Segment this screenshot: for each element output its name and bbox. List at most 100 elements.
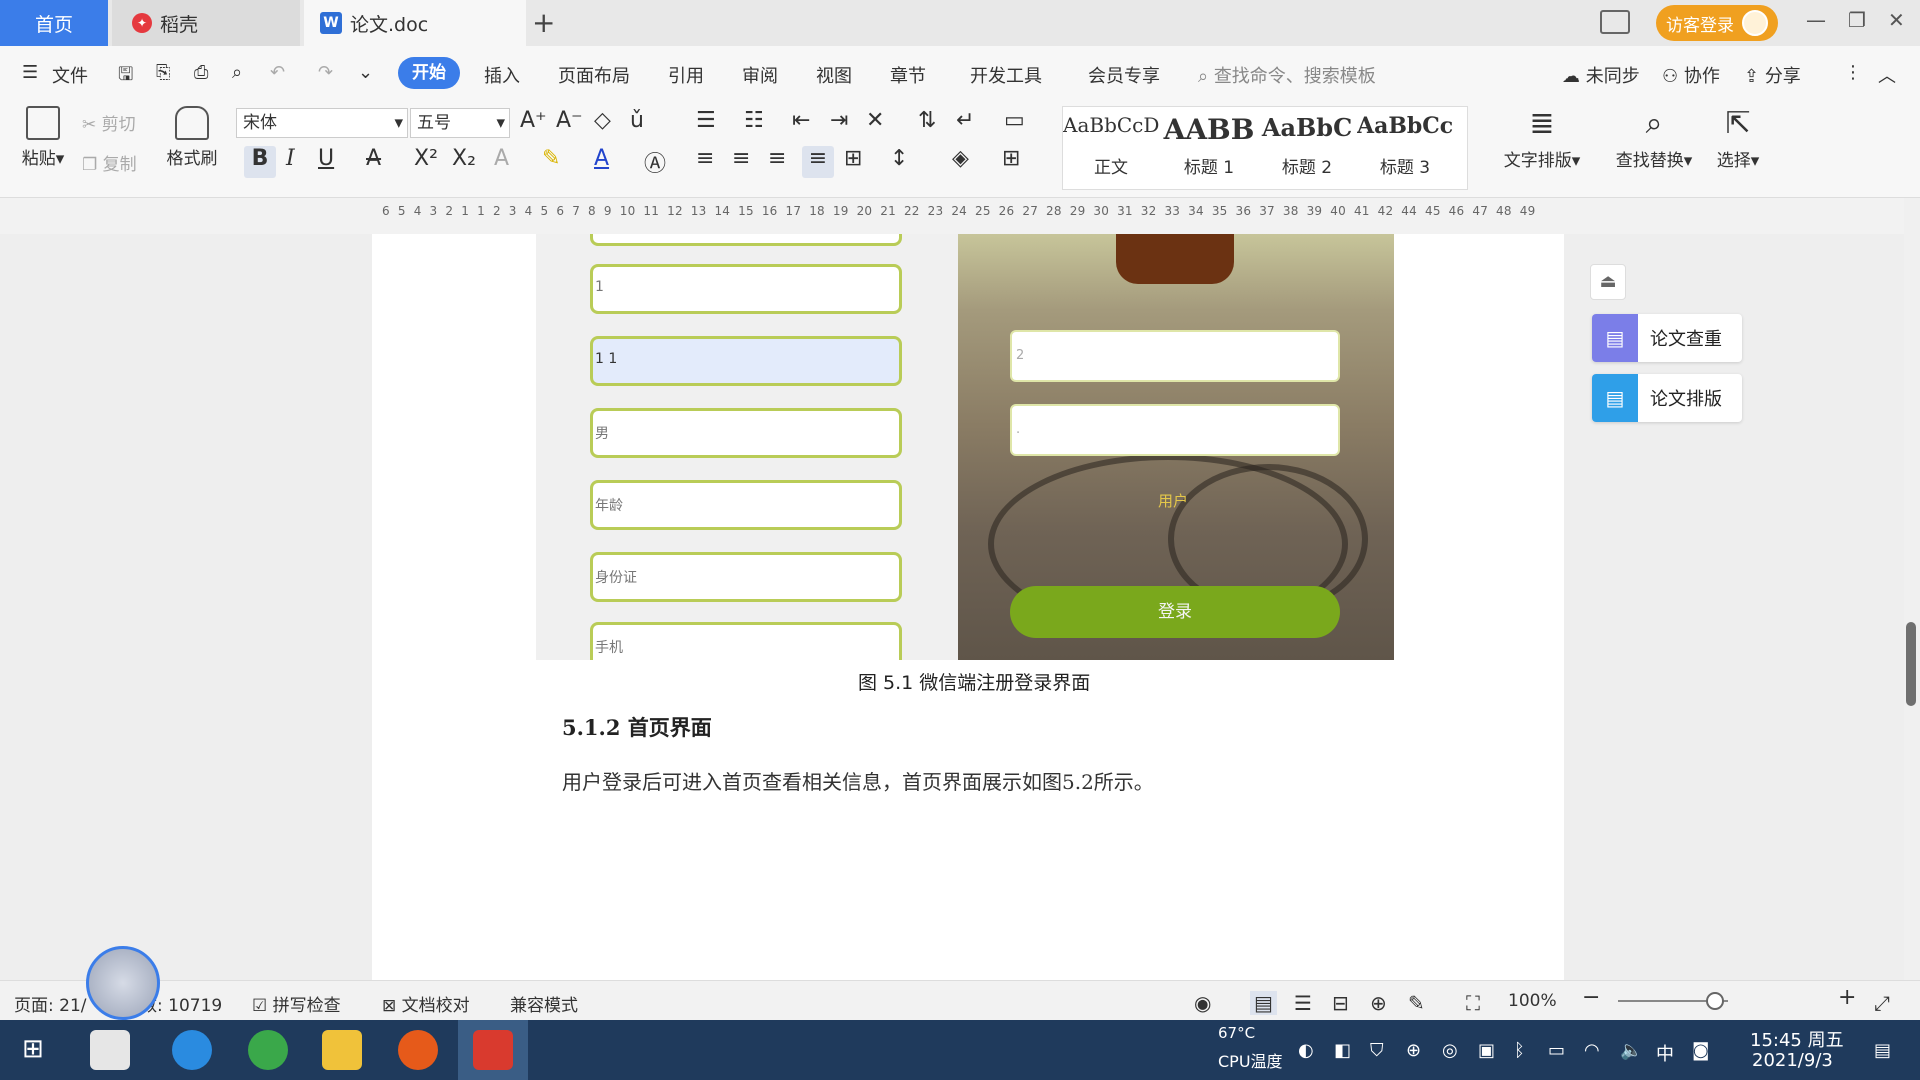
menu-start[interactable]: 开始 (398, 57, 460, 89)
tab-home[interactable]: 首页 (0, 0, 108, 46)
proofread-button[interactable]: ⊠ 文档校对 (382, 991, 470, 1016)
phonetic-icon[interactable]: ǔ (630, 108, 644, 133)
zoom-out-icon[interactable]: − (1582, 985, 1600, 1010)
wifi-icon[interactable]: ◠ (1584, 1040, 1600, 1061)
qq-icon[interactable]: ◙ (1692, 1040, 1709, 1061)
fullscreen-icon[interactable]: ⤢ (1874, 991, 1890, 1015)
menu-review[interactable]: 审阅 (742, 62, 778, 88)
browser-360-icon[interactable] (248, 1030, 288, 1070)
tray-sync-icon[interactable]: ◎ (1442, 1040, 1458, 1061)
copy-button[interactable]: ❐ 复制 (82, 150, 137, 175)
vertical-scrollbar[interactable] (1904, 198, 1920, 980)
minimize-icon[interactable]: — (1806, 8, 1826, 32)
tab-daoke[interactable]: ✦ 稻壳 (112, 0, 300, 46)
show-marks-icon[interactable]: ↵ (956, 108, 974, 133)
tray-update-icon[interactable]: ◧ (1334, 1040, 1351, 1061)
underline-button[interactable]: U (318, 146, 334, 171)
style-normal[interactable]: AaBbCcDd 正文 (1063, 113, 1159, 178)
zoom-slider-knob[interactable] (1706, 992, 1724, 1010)
sync-status[interactable]: ☁ 未同步 (1562, 62, 1640, 88)
guest-login-button[interactable]: 访客登录 (1656, 5, 1778, 41)
highlight-icon[interactable]: ✎ (542, 146, 560, 171)
ie-browser-icon[interactable] (172, 1030, 212, 1070)
menu-member[interactable]: 会员专享 (1088, 62, 1160, 88)
ruler-icon[interactable]: ▭ (1004, 108, 1025, 133)
tray-plus-icon[interactable]: ⊕ (1406, 1040, 1421, 1061)
font-size-select[interactable]: 五号 ▾ (410, 108, 510, 138)
save-icon[interactable]: 🖫 (118, 62, 133, 92)
text-layout-button[interactable]: ≣ 文字排版▾ (1496, 106, 1588, 171)
menu-chapter[interactable]: 章节 (890, 62, 926, 88)
command-search[interactable]: ⌕ 查找命令、搜索模板 (1198, 62, 1376, 88)
font-name-select[interactable]: 宋体 ▾ (236, 108, 408, 138)
align-left-icon[interactable]: ≡ (696, 146, 714, 171)
clock-time[interactable]: 15:45 周五 (1750, 1026, 1844, 1052)
hamburger-icon[interactable]: ☰ (22, 62, 38, 83)
print-preview-icon[interactable]: ⌕ (232, 62, 242, 83)
align-right-icon[interactable]: ≡ (768, 146, 786, 171)
undo-icon[interactable]: ↶ (270, 62, 285, 83)
bluetooth-icon[interactable]: ᛒ (1514, 1040, 1525, 1061)
close-icon[interactable]: ✕ (1888, 8, 1905, 32)
horizontal-ruler[interactable]: 6 5 4 3 2 1 1 2 3 4 5 6 7 8 9 10 11 12 1… (0, 198, 1920, 224)
quick-access-chevron-icon[interactable]: ⌄ (358, 62, 373, 83)
collab-button[interactable]: ⚇ 协作 (1662, 62, 1720, 88)
justify-icon[interactable]: ≡ (802, 146, 834, 178)
battery-icon[interactable]: ▭ (1548, 1040, 1565, 1061)
paste-button[interactable]: 粘贴▾ (16, 106, 70, 169)
volume-icon[interactable]: 🔈 (1620, 1040, 1642, 1061)
clock-date[interactable]: 2021/9/3 (1752, 1050, 1833, 1071)
paper-check-button[interactable]: ▤ 论文查重 (1592, 314, 1742, 362)
distribute-icon[interactable]: ⊞ (844, 146, 862, 171)
registration-form-image[interactable]: 1 1 1 男 年龄 身份证 手机 (536, 234, 958, 660)
zoom-in-icon[interactable]: + (1838, 985, 1856, 1010)
layout-icon[interactable] (1600, 10, 1630, 34)
redo-icon[interactable]: ↷ (318, 62, 333, 83)
tray-app-icon[interactable]: ◐ (1298, 1040, 1314, 1061)
more-icon[interactable]: ⋮ (1844, 62, 1862, 83)
align-center-icon[interactable]: ≡ (732, 146, 750, 171)
grow-font-icon[interactable]: A⁺ (520, 108, 547, 133)
fit-page-icon[interactable]: ⛶ (1466, 991, 1480, 1015)
print-icon[interactable]: ⎙ (194, 62, 208, 83)
spellcheck-button[interactable]: ☑ 拼写检查 (252, 991, 341, 1016)
share-button[interactable]: ⇪ 分享 (1744, 62, 1801, 88)
format-icon[interactable]: ⎘ (156, 62, 170, 83)
panel-collapse-icon[interactable]: ⏏ (1590, 264, 1626, 300)
select-button[interactable]: ⇱ 选择▾ (1710, 106, 1766, 171)
numbered-list-icon[interactable]: ☷ (744, 108, 764, 133)
style-heading-2[interactable]: AaBbC 标题 2 (1259, 113, 1355, 178)
line-spacing-icon[interactable]: ↕ (890, 146, 908, 171)
menu-file[interactable]: 文件 (52, 62, 88, 88)
page-view-icon[interactable]: ▤ (1250, 991, 1277, 1015)
format-painter-button[interactable]: 格式刷 (162, 106, 222, 169)
page-indicator[interactable]: 页面: 21/ (14, 991, 87, 1016)
paper-format-button[interactable]: ▤ 论文排版 (1592, 374, 1742, 422)
outline-view-icon[interactable]: ☰ (1294, 991, 1312, 1015)
sort-icon[interactable]: ⇅ (918, 108, 936, 133)
scrollbar-thumb[interactable] (1906, 622, 1916, 706)
windows-start-icon[interactable]: ⊞ (22, 1034, 44, 1064)
app-pinwheel-icon[interactable] (90, 1030, 130, 1070)
notification-icon[interactable]: ▤ (1874, 1040, 1891, 1061)
app-orange-icon[interactable] (398, 1030, 438, 1070)
subscript-button[interactable]: X₂ (452, 146, 476, 171)
tray-gpu-icon[interactable]: ▣ (1478, 1040, 1495, 1061)
menu-insert[interactable]: 插入 (484, 62, 520, 88)
shrink-font-icon[interactable]: A⁻ (556, 108, 583, 133)
menu-developer[interactable]: 开发工具 (970, 62, 1042, 88)
borders-icon[interactable]: ⊞ (1002, 146, 1020, 171)
shading-icon[interactable]: ◈ (952, 146, 969, 171)
strikethrough-button[interactable]: A (366, 146, 381, 171)
restore-icon[interactable]: ❐ (1848, 8, 1866, 32)
chinese-layout-icon[interactable]: ✕ (866, 108, 884, 133)
file-explorer-icon[interactable] (322, 1030, 362, 1070)
superscript-button[interactable]: X² (414, 146, 438, 171)
tab-document[interactable]: W 论文.doc (304, 0, 526, 46)
web-view-icon[interactable]: ⊕ (1370, 991, 1387, 1015)
menu-page-layout[interactable]: 页面布局 (558, 62, 630, 88)
increase-indent-icon[interactable]: ⇥ (830, 108, 848, 133)
char-border-icon[interactable]: Ⓐ (644, 146, 666, 178)
zoom-level[interactable]: 100% (1508, 991, 1557, 1011)
cut-button[interactable]: ✂ 剪切 (82, 110, 136, 135)
